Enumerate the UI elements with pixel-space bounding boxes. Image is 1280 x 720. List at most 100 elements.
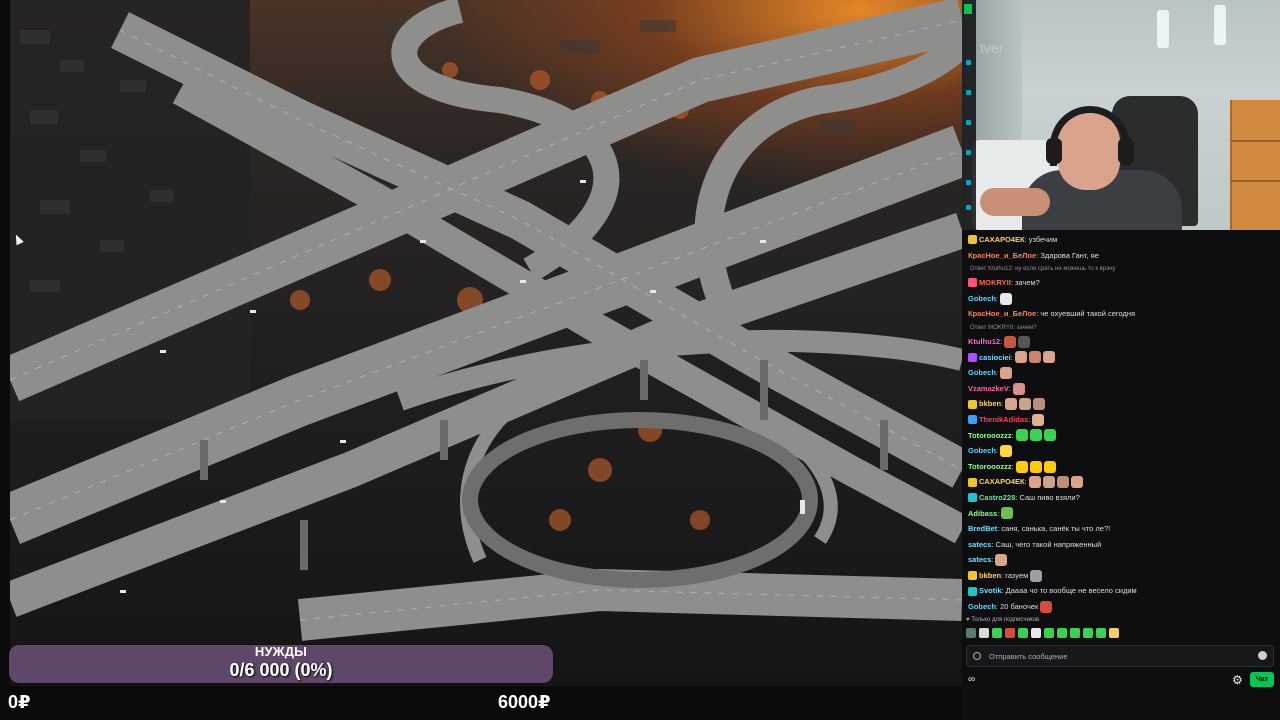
user-badge-icon xyxy=(968,399,977,409)
channel-points-icon[interactable]: ∞ xyxy=(968,674,975,685)
chat-username[interactable]: Gobech xyxy=(968,291,996,307)
chat-text: : xyxy=(1001,399,1004,409)
chat-username[interactable]: Totorooozzz xyxy=(968,459,1012,475)
chat-username[interactable]: Ktulhu12 xyxy=(968,334,1000,350)
emote-icon[interactable] xyxy=(1031,628,1041,638)
chat-messages: САХАРО4ЕК: узбечим КрасНое_и_БеЛое: Здаро… xyxy=(962,230,1280,640)
chat-username[interactable]: САХАРО4ЕК xyxy=(979,232,1025,248)
emote-icon[interactable] xyxy=(1018,628,1028,638)
emote-icon xyxy=(995,554,1008,567)
webcam-overlay-text: tver xyxy=(980,40,1004,56)
chat-username[interactable]: Gobech xyxy=(968,365,996,381)
emote-icon[interactable] xyxy=(1070,628,1080,638)
chat-username[interactable]: ThenikAdidas xyxy=(979,412,1028,428)
chat-message: Svotik: Даааа чо то вообще не весело сид… xyxy=(968,583,1280,599)
webcam-overlay: tver xyxy=(962,0,1280,230)
user-badge-icon xyxy=(968,586,977,596)
chat-username[interactable]: bkben xyxy=(979,396,1001,412)
chat-username[interactable]: BredBet xyxy=(968,521,997,537)
emote-icon xyxy=(1028,351,1041,364)
chat-username[interactable]: satecs xyxy=(968,552,991,568)
chat-username[interactable]: casiociei xyxy=(979,350,1011,366)
chat-message: Gobech: 20 баночек xyxy=(968,599,1280,615)
chat-text: : саня, санька, санёк ты что ле?! xyxy=(997,524,1111,534)
chat-message: Gobech: xyxy=(968,365,1280,381)
chat-username[interactable]: satecs xyxy=(968,537,991,553)
emote-quick-row xyxy=(966,628,1119,638)
chat-username[interactable]: Totorooozzz xyxy=(968,428,1012,444)
emote-icon xyxy=(1033,398,1046,411)
emote-picker-icon[interactable] xyxy=(1258,651,1267,660)
chat-send-button[interactable]: Чат xyxy=(1250,672,1274,687)
chat-text: : xyxy=(991,555,994,565)
chat-message: bkben: газуем xyxy=(968,568,1280,584)
highway-scene xyxy=(0,0,962,641)
stream-video[interactable]: НУЖДЫ 0/6 000 (0%) xyxy=(0,0,962,686)
chat-username[interactable]: КрасНое_и_БеЛое xyxy=(968,248,1036,264)
emote-icon xyxy=(1000,444,1013,457)
chat-username[interactable]: КрасНое_и_БеЛое xyxy=(968,306,1036,322)
chat-message: Ktulhu12: xyxy=(968,334,1280,350)
chat-message: satecs: Саш, чего такой напряженный xyxy=(968,537,1280,553)
wall-lamp xyxy=(1214,5,1226,45)
chat-text: : узбечим xyxy=(1024,235,1058,244)
emote-icon[interactable] xyxy=(1109,628,1119,638)
emote-icon xyxy=(1043,429,1056,442)
chat-username[interactable]: Adibass xyxy=(968,506,997,522)
chat-text: : xyxy=(995,368,999,378)
emote-icon xyxy=(1001,507,1014,520)
emote-icon xyxy=(1005,398,1018,411)
goal-title: НУЖДЫ xyxy=(254,644,308,659)
chat-identity-icon[interactable] xyxy=(973,652,981,660)
chat-text: : Саш пиво взяли? xyxy=(1015,492,1080,502)
chat-message: ThenikAdidas: xyxy=(968,412,1280,428)
chat-text: : xyxy=(1011,461,1014,471)
chat-username[interactable]: Gobech xyxy=(968,443,996,459)
chat-text: : Даааа чо то вообще не весело сидим xyxy=(1001,586,1137,596)
emote-icon[interactable] xyxy=(1005,628,1015,638)
subscribers-only-label: ♥ Только для подписчиков xyxy=(966,617,1040,623)
user-badge-icon xyxy=(968,278,977,288)
emote-icon xyxy=(1000,366,1013,379)
chat-username[interactable]: Gobech xyxy=(968,599,996,615)
emote-icon[interactable] xyxy=(1057,628,1067,638)
chat-message: САХАРО4ЕК: xyxy=(968,474,1280,490)
emote-icon[interactable] xyxy=(1083,628,1093,638)
chat-text: : xyxy=(1011,430,1014,440)
chat-text: : Здарова Гант, яе xyxy=(1036,250,1099,260)
chat-text: : xyxy=(997,508,1000,518)
chat-username[interactable]: bkben xyxy=(979,568,1001,584)
chat-text: : 20 баночек xyxy=(995,602,1039,612)
chat-text: : зачем? xyxy=(1010,278,1040,288)
chat-username[interactable]: Castro228 xyxy=(979,490,1015,506)
left-edge-bar xyxy=(0,0,10,686)
emote-icon xyxy=(1015,429,1028,442)
gear-icon[interactable]: ⚙ xyxy=(1232,673,1243,687)
chat-input-box[interactable] xyxy=(966,645,1274,667)
emote-icon xyxy=(1012,382,1025,395)
chat-message: КрасНое_и_БеЛое: Здарова Гант, яе xyxy=(968,248,1280,264)
donation-goal-widget: НУЖДЫ 0/6 000 (0%) xyxy=(9,644,553,683)
heart-icon: ♥ xyxy=(966,617,970,623)
goal-min-amount: 0₽ xyxy=(8,692,31,712)
chat-username[interactable]: MOKRYII xyxy=(979,275,1011,291)
chat-text: : xyxy=(1028,414,1031,424)
chat-message: Totorooozzz: xyxy=(968,428,1280,444)
right-column: tver САХАРО4ЕК: узбечим КрасНое_и_БеЛое: … xyxy=(962,0,1280,720)
chat-message: bkben: xyxy=(968,396,1280,412)
user-badge-icon xyxy=(968,571,977,581)
chat-username[interactable]: САХАРО4ЕК xyxy=(979,474,1025,490)
chat-text: : xyxy=(1010,352,1013,362)
emote-icon[interactable] xyxy=(1096,628,1106,638)
emote-icon xyxy=(1028,476,1041,489)
chat-username[interactable]: Svotik xyxy=(979,583,1002,599)
chat-username[interactable]: VzamazkeV xyxy=(968,381,1009,397)
chat-message-input[interactable] xyxy=(989,648,1249,664)
wall-lamp xyxy=(1157,10,1169,48)
chat-message: Gobech: xyxy=(968,291,1280,307)
emote-icon[interactable] xyxy=(1044,628,1054,638)
emote-icon xyxy=(1043,460,1056,473)
emote-icon[interactable] xyxy=(966,628,976,638)
emote-icon[interactable] xyxy=(992,628,1002,638)
emote-icon[interactable] xyxy=(979,628,989,638)
